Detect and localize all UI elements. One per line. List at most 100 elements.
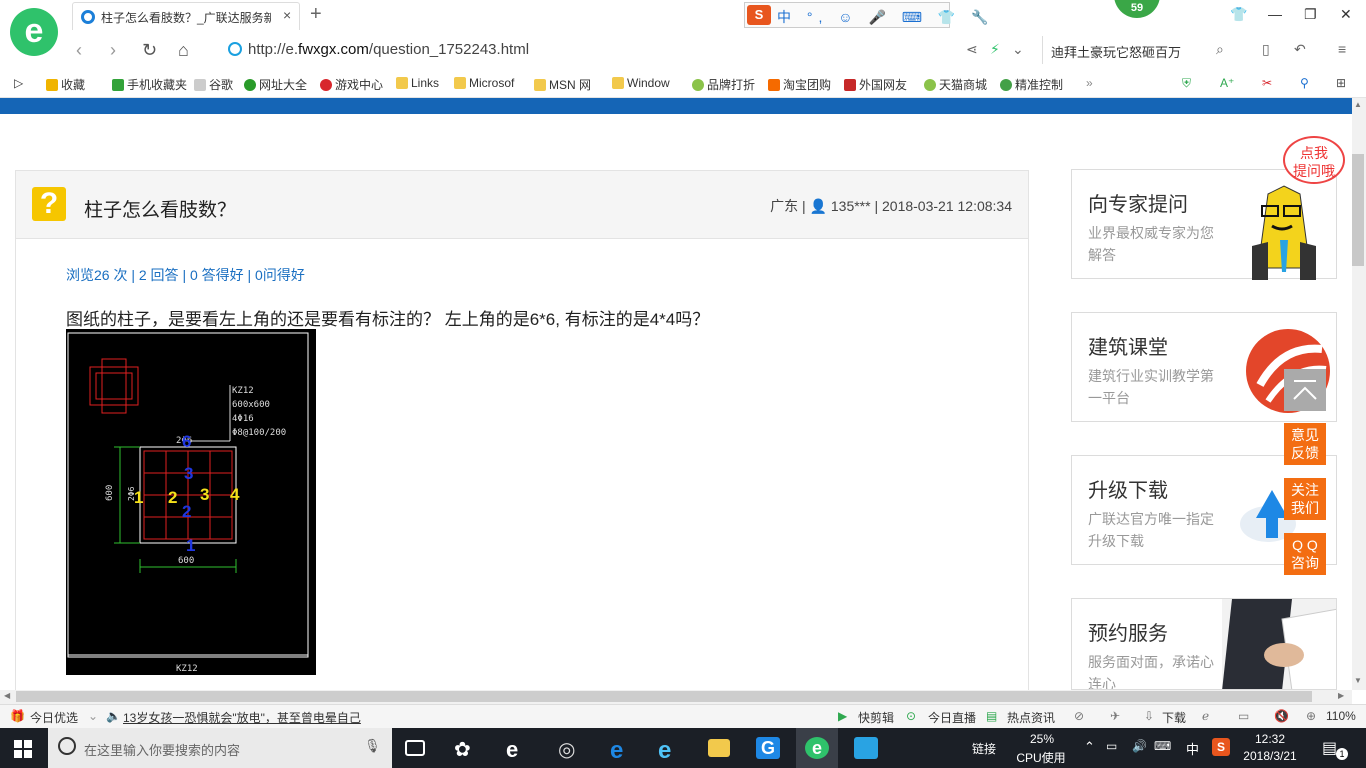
close-window-icon[interactable]: ✕ [1340,6,1352,23]
network-icon[interactable]: ▭ [1106,739,1117,753]
ask-expert-card[interactable]: 向专家提问 业界最权威专家为您解答 [1071,169,1337,280]
url-domain: fwxgx.com [298,41,369,58]
vertical-scroll-thumb[interactable] [1352,154,1364,266]
ime-indicator[interactable]: 中 [1186,739,1199,758]
browser-e-icon[interactable]: e [506,737,530,762]
taskbar-search-box[interactable]: 在这里输入你要搜索的内容 🎙 [48,728,392,768]
fav-item[interactable]: 收藏 [46,76,85,93]
fav-item[interactable]: 手机收藏夹 [112,76,187,93]
fav-item[interactable]: 谷歌 [194,76,233,93]
download-icon[interactable]: ⇩ [1144,709,1154,723]
back-icon[interactable]: ‹ [76,40,82,61]
question-stats[interactable]: 浏览26 次 | 2 回答 | 0 答得好 | 0问得好 [66,265,305,285]
volume-icon[interactable]: 🔊 [1132,739,1147,753]
ask-bubble[interactable]: 点我 提问哦 [1283,136,1345,184]
file-explorer-icon[interactable] [708,739,730,757]
scroll-left-arrow-icon[interactable]: ◀ [4,691,10,700]
zoom-level[interactable]: 110% [1326,709,1356,723]
speed-icon[interactable]: ⊘ [1074,709,1084,723]
back-to-top-button[interactable] [1284,369,1326,411]
follow-us-button[interactable]: 关注 我们 [1284,478,1326,520]
cad-drawing-image[interactable]: KZ12 600x600 4Φ16 Φ8@100/200 2Φ6 600 KZ1… [66,329,316,675]
clock-time[interactable]: 12:32 [1244,732,1296,746]
globe-app-icon[interactable]: ◎ [558,737,582,761]
pin-icon[interactable]: ✈ [1110,709,1120,723]
ime-toolbar[interactable]: S 中 °, ☺ 🎤 ⌨ 👕 🔧 [744,2,989,28]
hot-news-link[interactable]: 热点资讯 [1007,709,1055,726]
calendar-app-icon[interactable] [854,737,878,759]
fav-item[interactable]: Links [396,76,439,90]
fav-item[interactable]: 淘宝团购 [768,76,831,93]
phone-icon[interactable]: ▯ [1262,41,1270,58]
refresh-icon[interactable]: ↻ [142,40,157,61]
scroll-down-arrow-icon[interactable]: ▼ [1354,676,1362,685]
download-link[interactable]: 下载 [1162,709,1186,726]
scroll-up-arrow-icon[interactable]: ▲ [1354,100,1362,109]
fav-item[interactable]: 外国网友 [844,76,907,93]
sidebar-toggle-icon[interactable]: ▷ [14,76,23,90]
apps-grid-icon[interactable]: ⊞ [1336,76,1346,90]
audio-icon[interactable]: 🔇 [1274,709,1289,723]
fav-item[interactable]: MSN 网 [534,76,591,93]
restore-icon[interactable]: ❐ [1304,6,1317,23]
windows-start-icon[interactable] [14,740,32,758]
scroll-right-arrow-icon[interactable]: ▶ [1338,691,1344,700]
fav-item[interactable]: Window [612,76,670,90]
window-icon[interactable]: ▭ [1238,709,1249,723]
ime-items[interactable]: 中 °, ☺ 🎤 ⌨ 👕 🔧 [777,7,995,27]
search-icon[interactable]: ⌕ [1216,41,1224,58]
notification-badge[interactable]: 59 [1114,0,1160,18]
tab-close-icon[interactable]: × [283,7,291,23]
fav-item[interactable]: 游戏中心 [320,76,383,93]
share-icon[interactable]: ⋖ [966,41,978,58]
translate-icon[interactable]: A⁺ [1220,76,1234,90]
scissors-icon[interactable]: ✂ [1262,76,1272,90]
menu-icon[interactable]: ≡ [1338,41,1346,57]
mic-icon[interactable]: 🎙 [364,738,381,754]
zoom-icon[interactable]: ⊕ [1306,709,1316,723]
fav-item[interactable]: 天猫商城 [924,76,987,93]
minimize-icon[interactable]: — [1268,6,1282,22]
fav-item[interactable]: 精准控制 [1000,76,1063,93]
glodon-app-icon[interactable]: G [756,737,780,759]
appointment-card[interactable]: 预约服务 服务面对面，承诺心连心 [1071,598,1337,690]
lightning-icon[interactable]: ⚡ [990,41,1000,58]
dropdown-icon[interactable]: ⌄ [1012,41,1024,58]
address-bar[interactable]: http://e.fwxgx.com/question_1752243.html [248,41,529,58]
tray-expand-icon[interactable]: ⌃ [1084,739,1095,755]
qq-consult-button[interactable]: Q Q 咨询 [1284,533,1326,575]
search-tool-icon[interactable]: ⚲ [1300,76,1309,90]
news-ticker-link[interactable]: 13岁女孩一恐惧就会"放电"，甚至曾电晕自己 [123,709,361,726]
action-center-icon[interactable]: ▤ [1322,738,1337,758]
edge-icon[interactable]: e [610,737,634,764]
sogou-tray-icon[interactable]: S [1212,738,1230,756]
sogou-ime-icon[interactable]: S [747,5,771,25]
shield-icon[interactable]: ⛨ [1182,76,1191,91]
task-view-icon[interactable] [405,740,425,756]
keyboard-icon[interactable]: ⌨ [1154,739,1171,753]
shirt-icon[interactable]: 👕 [1230,6,1247,23]
clock-date[interactable]: 2018/3/21 [1240,749,1300,763]
cpu-percent: 25% [1029,732,1055,746]
fav-item[interactable]: Microsof [454,76,514,90]
ie-mode-icon[interactable]: ℯ [1202,709,1209,723]
feedback-button[interactable]: 意见 反馈 [1284,423,1326,465]
ie-icon[interactable]: e [658,737,682,764]
forward-icon[interactable]: › [110,40,116,61]
new-tab-button[interactable]: + [310,3,322,26]
live-link[interactable]: 今日直播 [928,709,976,726]
fav-item[interactable]: 品牌打折 [692,76,755,93]
home-icon[interactable]: ⌂ [178,40,189,61]
links-label[interactable]: 链接 [972,740,996,757]
dropdown-icon[interactable]: ⌄ [88,709,98,723]
tab-active[interactable]: 柱子怎么看肢数？_广联达服务新 × [72,2,300,30]
clip-link[interactable]: 快剪辑 [858,709,894,726]
active-browser-icon[interactable]: e [805,737,829,759]
fav-item[interactable]: 网址大全 [244,76,307,93]
horizontal-scroll-thumb[interactable] [16,691,1312,702]
undo-icon[interactable]: ↶ [1294,41,1306,58]
search-placeholder: 在这里输入你要搜索的内容 [84,743,241,758]
today-picks-link[interactable]: 今日优选 [30,709,78,726]
more-favorites-icon[interactable]: » [1086,76,1093,90]
pinwheel-app-icon[interactable]: ✿ [454,737,478,761]
